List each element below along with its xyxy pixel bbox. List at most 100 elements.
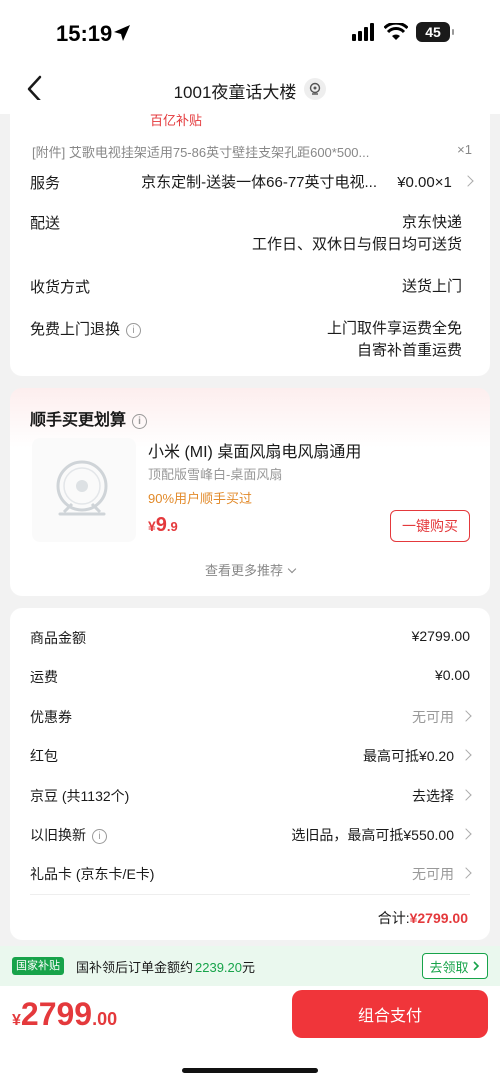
recommend-title-wrap: 顺手买更划算 i [30, 406, 148, 430]
summary-value: 去选择 [412, 788, 454, 804]
total-amount: ¥2799.00 [409, 910, 468, 926]
summary-label: 运费 [30, 669, 58, 685]
chevron-right-icon [460, 867, 472, 879]
jingdou-row[interactable]: 京豆 (共1132个) 去选择 [30, 786, 472, 810]
red-packet-row[interactable]: 红包 最高可抵¥0.20 [30, 746, 472, 770]
summary-label: 商品金额 [30, 630, 86, 646]
price-integer: 9 [155, 514, 167, 536]
free-return-line1: 上门取件享运费全免 [326, 320, 462, 337]
price-currency: ¥ [148, 518, 156, 534]
subsidy-unit: 元 [242, 960, 256, 975]
status-time: 15:19 [56, 21, 113, 46]
summary-label: 京豆 (共1132个) [30, 788, 130, 804]
location-pin-icon[interactable] [304, 78, 326, 100]
subsidy-amount: 2239.20 [195, 960, 243, 975]
service-label: 服务 [30, 175, 61, 192]
attachment-qty: ×1 [457, 142, 472, 157]
national-subsidy-bar: 国家补贴 国补领后订单金额约 2239.20元 去领取 [0, 946, 500, 986]
final-price-currency: ¥ [12, 1012, 21, 1029]
wifi-icon [384, 23, 408, 40]
subsidy-tag: 百亿补贴 [150, 113, 203, 128]
summary-label: 优惠券 [30, 709, 72, 725]
delivery-value: 京东快递 工作日、双休日与假日均可送货 [252, 212, 462, 256]
more-recommend-link[interactable]: 查看更多推荐 [10, 560, 490, 579]
recommend-title: 顺手买更划算 [30, 412, 127, 429]
one-click-buy-button[interactable]: 一键购买 [390, 510, 470, 542]
checkout-bar: ¥2799.00 组合支付 [0, 986, 500, 1084]
chevron-right-icon [460, 749, 472, 761]
chevron-right-icon [462, 175, 474, 187]
summary-label-wrap: 以旧换新 i [30, 825, 107, 845]
summary-label: 以旧换新 [30, 827, 86, 843]
combined-pay-button[interactable]: 组合支付 [292, 990, 488, 1038]
price-decimal: .9 [166, 519, 178, 534]
final-price-decimal: .00 [92, 1009, 118, 1029]
claim-subsidy-button[interactable]: 去领取 [422, 953, 488, 979]
chevron-right-icon [472, 961, 479, 971]
trade-in-row[interactable]: 以旧换新 i 选旧品，最高可抵¥550.00 [30, 825, 472, 849]
summary-value: 最高可抵¥0.20 [362, 748, 454, 764]
product-name[interactable]: 小米 (MI) 桌面风扇电风扇通用 [148, 438, 361, 462]
goods-amount-row: 商品金额 ¥2799.00 [30, 628, 470, 652]
recommend-card: 顺手买更划算 i 小米 (MI) 桌面风扇电风扇通用 顶配版雪峰白-桌面风扇 90… [10, 388, 490, 596]
gift-card-row[interactable]: 礼品卡 (京东卡/E卡) 无可用 [30, 864, 472, 888]
final-price-integer: 2799 [20, 996, 93, 1032]
attachment-text: [附件] 艾歌电视挂架适用75-86英寸壁挂支架孔距600*500... [32, 145, 370, 160]
service-price: ¥0.00×1 [397, 174, 452, 191]
summary-value: 无可用 [412, 866, 454, 882]
summary-value-wrap: 最高可抵¥0.20 [362, 746, 472, 766]
info-icon[interactable]: i [132, 414, 148, 429]
chevron-down-icon [287, 564, 297, 574]
product-spec: 顶配版雪峰白-桌面风扇 [148, 467, 283, 482]
chevron-right-icon [460, 828, 472, 840]
summary-label: 礼品卡 (京东卡/E卡) [30, 866, 155, 882]
free-return-label: 免费上门退换 [30, 321, 121, 338]
info-icon[interactable]: i [126, 323, 142, 338]
subsidy-prefix: 国补领后订单金额约 [76, 960, 194, 975]
delivery-label: 配送 [30, 215, 61, 232]
summary-value-wrap: 无可用 [412, 707, 472, 727]
chevron-right-icon [460, 789, 472, 801]
product-image[interactable] [32, 438, 136, 542]
total-label: 合计: [377, 910, 410, 926]
fan-icon [56, 460, 108, 516]
battery-indicator: 45 [416, 22, 454, 42]
claim-label: 去领取 [429, 959, 469, 975]
info-icon[interactable]: i [92, 829, 107, 844]
summary-value: ¥0.00 [434, 667, 470, 683]
location-arrow-icon [114, 25, 130, 41]
status-bar: 15:19 45 [0, 0, 500, 64]
subsidy-text: 国补领后订单金额约 2239.20元 [76, 957, 255, 976]
service-value-wrap: 京东定制-送装一体66-77英寸电视... ¥0.00×1 [141, 172, 474, 194]
total-line: 合计:¥2799.00 [378, 908, 468, 928]
divider [30, 894, 470, 895]
receive-value: 送货上门 [401, 278, 462, 295]
more-recommend-label: 查看更多推荐 [204, 563, 283, 578]
shipping-row: 运费 ¥0.00 [30, 667, 470, 691]
receive-label: 收货方式 [30, 279, 91, 296]
attachment-row: [附件] 艾歌电视挂架适用75-86英寸壁挂支架孔距600*500... ×1 [32, 142, 472, 161]
national-subsidy-badge: 国家补贴 [12, 957, 64, 975]
coupon-row[interactable]: 优惠券 无可用 [30, 707, 472, 731]
final-price: ¥2799.00 [12, 996, 117, 1033]
summary-value: 选旧品，最高可抵¥550.00 [291, 827, 454, 843]
signal-icon [352, 23, 374, 41]
summary-label: 红包 [30, 748, 58, 764]
free-return-line2: 自寄补首重运费 [356, 342, 462, 359]
order-detail-card: 百亿补贴 [附件] 艾歌电视挂架适用75-86英寸壁挂支架孔距600*500..… [10, 100, 490, 376]
summary-value-wrap: 去选择 [412, 786, 472, 806]
summary-value-wrap: 无可用 [412, 864, 472, 884]
summary-value: 无可用 [412, 709, 454, 725]
pin-glyph-icon [309, 82, 321, 95]
home-indicator [182, 1068, 318, 1073]
service-value: 京东定制-送装一体66-77英寸电视... [141, 174, 378, 191]
product-price: ¥9.9 [148, 514, 178, 537]
product-buy-rate: 90%用户顺手买过 [148, 491, 253, 506]
free-return-value: 上门取件享运费全免 自寄补首重运费 [327, 318, 462, 362]
free-return-label-wrap: 免费上门退换 i [30, 318, 142, 339]
delivery-method: 京东快递 [401, 214, 462, 231]
summary-value: ¥2799.00 [411, 628, 470, 644]
chevron-right-icon [460, 710, 472, 722]
status-icons: 45 [352, 22, 454, 42]
summary-value-wrap: 选旧品，最高可抵¥550.00 [291, 825, 472, 845]
